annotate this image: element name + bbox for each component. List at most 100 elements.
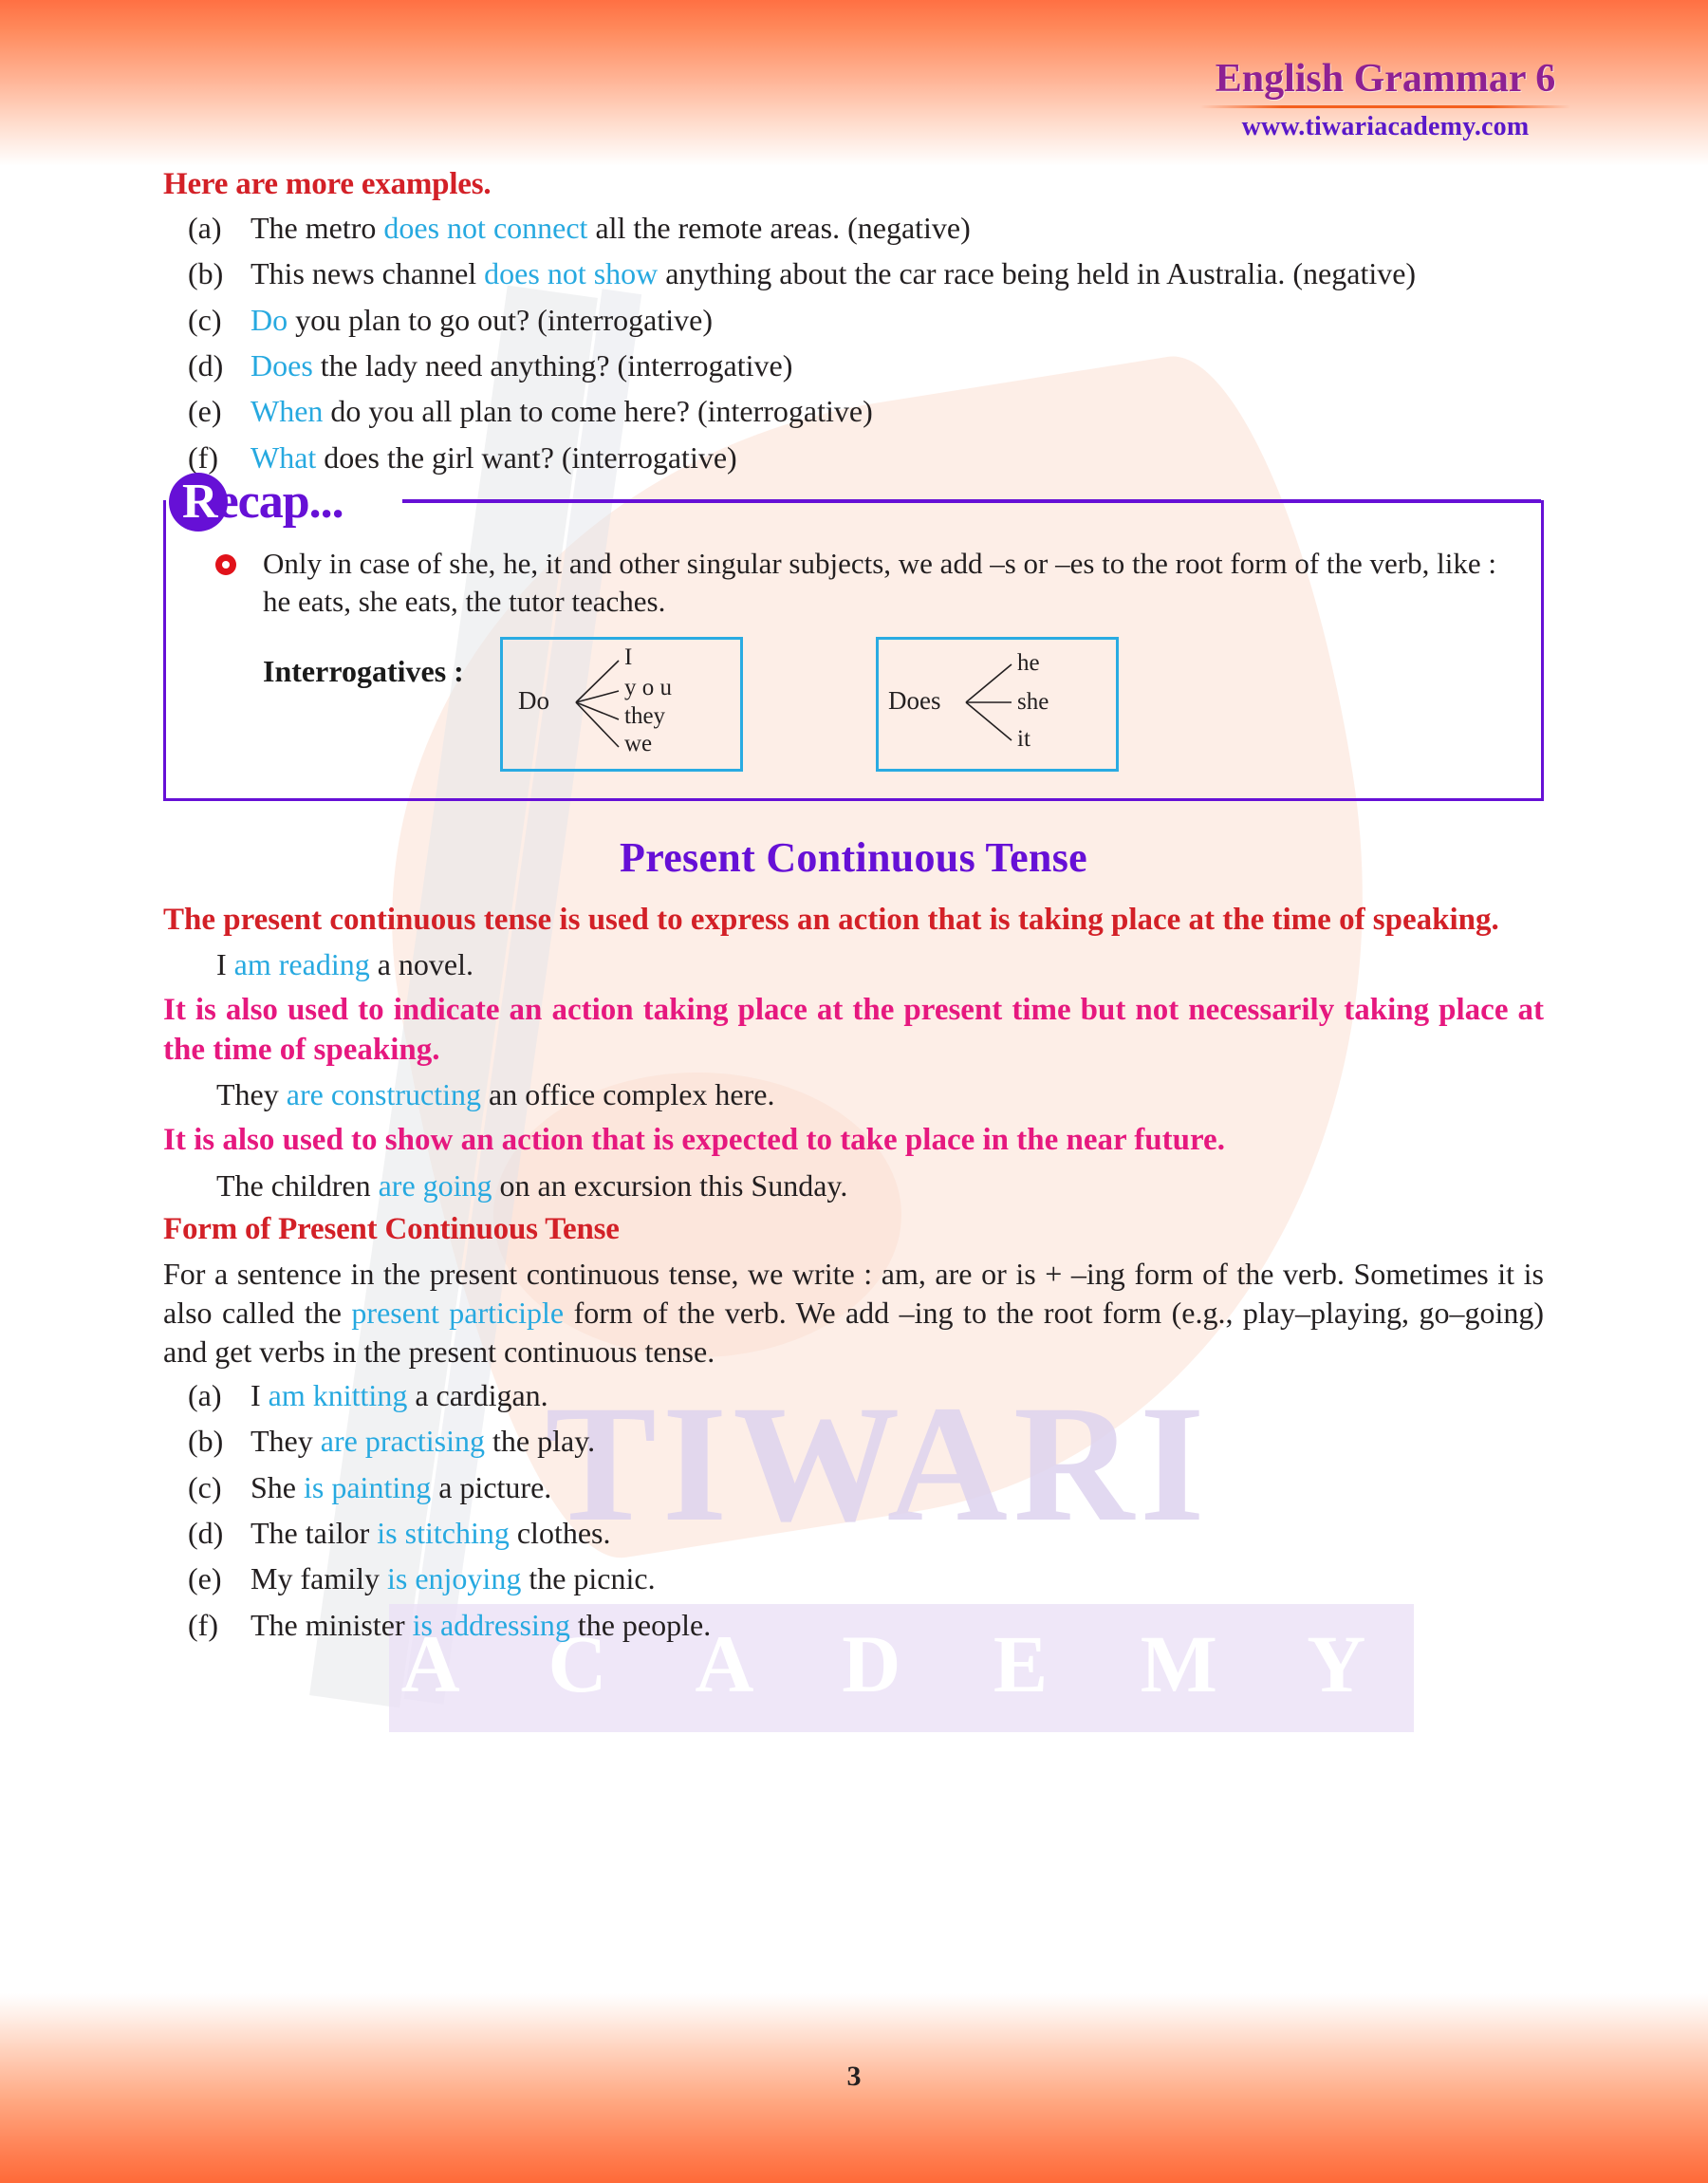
- page-content: Here are more examples. (a) The metro doe…: [163, 167, 1544, 1652]
- form_examples-marker: (c): [188, 1469, 222, 1504]
- svg-text:she: she: [1017, 689, 1049, 715]
- section-title: Present Continuous Tense: [620, 833, 1087, 881]
- form_examples-marker: (e): [188, 1561, 222, 1596]
- form_examples-highlight: is painting: [304, 1469, 432, 1504]
- recap-label-initial: R: [182, 475, 218, 530]
- examples-post: anything about the car race being held i…: [658, 256, 1417, 291]
- svg-text:he: he: [1017, 650, 1040, 676]
- list-item: (b) This news channel does not show anyth…: [163, 255, 1544, 292]
- form_examples-post: clothes.: [509, 1516, 611, 1550]
- examples-pre: The metro: [251, 211, 384, 245]
- examples-pre: This news channel: [251, 256, 485, 291]
- recap-badge: Recap...: [169, 471, 344, 533]
- svg-text:they: they: [624, 703, 666, 729]
- example-1-pre: I: [216, 947, 234, 982]
- page-header: English Grammar 6 www.tiwariacademy.com: [1196, 57, 1575, 142]
- example-2-pre: They: [216, 1077, 287, 1112]
- form_examples-marker: (a): [188, 1377, 222, 1412]
- do-tree-box: Do I y o u they we: [500, 636, 743, 772]
- examples-marker: (e): [188, 394, 222, 429]
- examples-highlight: does not show: [484, 256, 659, 291]
- svg-text:y o u: y o u: [624, 675, 673, 700]
- list-item: (e) My family is enjoying the picnic.: [163, 1560, 1544, 1597]
- example-1: I am reading a novel.: [216, 945, 1544, 983]
- example-3-pre: The children: [216, 1168, 379, 1203]
- examples-highlight: Do: [251, 302, 288, 337]
- list-item: (c) She is painting a picture.: [163, 1469, 1544, 1506]
- example-3-highlight: are going: [378, 1168, 492, 1203]
- form_examples-highlight: is enjoying: [386, 1561, 522, 1596]
- example-1-highlight: am reading: [233, 947, 370, 982]
- list-item: (f) The minister is addressing the people…: [163, 1607, 1544, 1644]
- recap-label-rest: ecap...: [216, 475, 344, 530]
- does-tree-diagram: Does he she it: [888, 650, 1049, 752]
- example-1-post: a novel.: [369, 947, 473, 982]
- examples-marker: (b): [188, 256, 224, 291]
- form_examples-marker: (d): [188, 1516, 224, 1550]
- examples-highlight: What: [251, 439, 317, 475]
- does-tree-box: Does he she it: [876, 636, 1119, 772]
- examples-post: all the remote areas. (negative): [587, 211, 971, 245]
- recap-note-item: Only in case of she, he, it and other si…: [195, 545, 1513, 622]
- ring-bullet-icon: [215, 554, 236, 576]
- example-3: The children are going on an excursion t…: [216, 1166, 1544, 1204]
- document-page: TIWARI A C A D E M Y English Grammar 6 w…: [0, 0, 1708, 2183]
- recap-note-text: Only in case of she, he, it and other si…: [263, 547, 1496, 619]
- form_examples-pre: The tailor: [251, 1516, 378, 1550]
- form_examples-marker: (b): [188, 1424, 224, 1459]
- form_examples-highlight: is stitching: [377, 1516, 510, 1550]
- svg-text:I: I: [624, 644, 632, 670]
- do-tree-root: Do: [518, 686, 549, 715]
- book-title: English Grammar 6: [1215, 57, 1556, 101]
- examples-post: do you all plan to come here? (interroga…: [323, 394, 873, 429]
- list-item: (c) Do you plan to go out? (interrogative…: [163, 302, 1544, 339]
- page-number: 3: [846, 2061, 862, 2092]
- list-item: (d) Does the lady need anything? (interro…: [163, 347, 1544, 384]
- examples-marker: (d): [188, 348, 224, 383]
- form-heading: Form of Present Continuous Tense: [163, 1212, 620, 1247]
- form_examples-post: a picture.: [431, 1469, 552, 1504]
- recap-section: Recap... Only in case of she, he, it and…: [163, 473, 1544, 801]
- examples-post: does the girl want? (interrogative): [316, 439, 737, 475]
- form_examples-post: the play.: [485, 1424, 596, 1459]
- form_examples-pre: She: [251, 1469, 304, 1504]
- form_examples-highlight: is addressing: [412, 1607, 570, 1642]
- does-tree-root: Does: [888, 686, 941, 715]
- form_examples-post: the people.: [569, 1607, 712, 1642]
- form-body: For a sentence in the present continuous…: [163, 1255, 1544, 1371]
- form_examples-highlight: am knitting: [268, 1377, 408, 1412]
- form_examples-pre: The minister: [251, 1607, 413, 1642]
- example-2: They are constructing an office complex …: [216, 1075, 1544, 1113]
- form_examples-post: the picnic.: [521, 1561, 656, 1596]
- recap-label: Recap...: [169, 473, 344, 532]
- rule-3-text: It is also used to show an action that i…: [163, 1123, 1225, 1158]
- examples-marker: (c): [188, 302, 222, 337]
- recap-box: Only in case of she, he, it and other si…: [163, 500, 1544, 801]
- examples-highlight: does not connect: [383, 211, 588, 245]
- svg-text:it: it: [1017, 726, 1030, 752]
- interrogatives-row: Interrogatives : Do I y o u they we Does…: [195, 636, 1513, 772]
- website-url[interactable]: www.tiwariacademy.com: [1196, 112, 1575, 142]
- form_examples-pre: My family: [251, 1561, 387, 1596]
- example-2-highlight: are constructing: [286, 1077, 481, 1112]
- list-item: (f) What does the girl want? (interrogati…: [163, 439, 1544, 476]
- examples-heading: Here are more examples.: [163, 167, 492, 201]
- examples-highlight: Does: [251, 348, 313, 383]
- example-3-post: on an excursion this Sunday.: [492, 1168, 848, 1203]
- list-item: (a) The metro does not connect all the re…: [163, 210, 1544, 247]
- interrogatives-label: Interrogatives :: [263, 653, 464, 688]
- rule-2-text: It is also used to indicate an action ta…: [163, 993, 1544, 1067]
- form-body-highlight: present participle: [351, 1296, 565, 1331]
- examples-list: (a) The metro does not connect all the re…: [163, 210, 1544, 476]
- examples-marker: (a): [188, 211, 222, 245]
- form_examples-post: a cardigan.: [407, 1377, 548, 1412]
- list-item: (b) They are practising the play.: [163, 1423, 1544, 1460]
- examples-highlight: When: [251, 394, 324, 429]
- svg-text:we: we: [624, 731, 652, 756]
- form_examples-pre: They: [251, 1424, 321, 1459]
- header-divider: [1200, 105, 1570, 109]
- examples-post: you plan to go out? (interrogative): [288, 302, 713, 337]
- form_examples-highlight: are practising: [320, 1424, 485, 1459]
- examples-post: the lady need anything? (interrogative): [312, 348, 793, 383]
- list-item: (d) The tailor is stitching clothes.: [163, 1515, 1544, 1552]
